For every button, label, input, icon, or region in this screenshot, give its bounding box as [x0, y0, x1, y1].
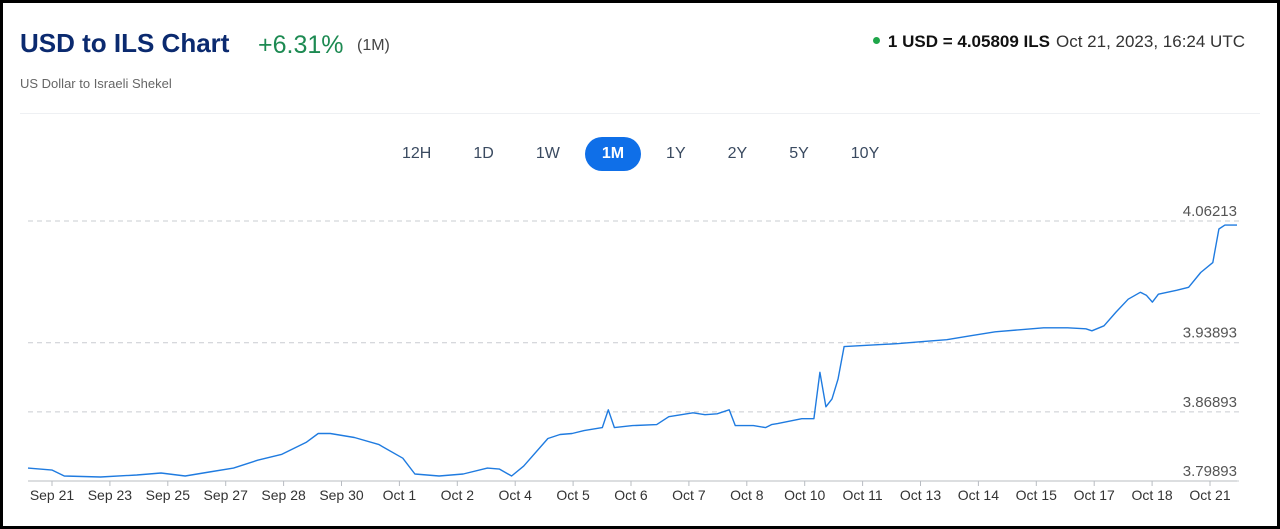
x-tick-label: Oct 5 — [556, 487, 590, 503]
x-tick-label: Sep 23 — [88, 487, 133, 503]
x-tick-label: Sep 28 — [261, 487, 306, 503]
x-tick-label: Sep 27 — [204, 487, 249, 503]
x-tick-label: Oct 11 — [842, 487, 882, 503]
y-tick-label: 4.06213 — [1183, 203, 1237, 220]
x-tick-label: Oct 18 — [1131, 487, 1172, 503]
x-tick-label: Oct 8 — [730, 487, 764, 503]
x-tick-label: Sep 30 — [319, 487, 364, 503]
x-tick-label: Oct 6 — [614, 487, 648, 503]
x-tick-label: Sep 25 — [146, 487, 191, 503]
x-tick-label: Oct 15 — [1016, 487, 1057, 503]
x-tick-label: Sep 21 — [30, 487, 75, 503]
x-tick-label: Oct 17 — [1074, 487, 1115, 503]
y-tick-label: 3.79893 — [1183, 463, 1237, 480]
x-tick-label: Oct 21 — [1189, 487, 1230, 503]
x-tick-label: Oct 4 — [498, 487, 532, 503]
series-line — [27, 224, 1237, 478]
x-tick-label: Oct 14 — [958, 487, 999, 503]
y-tick-label: 3.86893 — [1183, 394, 1237, 411]
line-chart: 4.06213 3.93893 3.86893 3.79893 Sep 21 Sep 23… — [27, 203, 1240, 503]
x-tick-label: Oct 1 — [383, 487, 417, 503]
x-tick-label: Oct 7 — [672, 487, 706, 503]
x-tick-label: Oct 2 — [441, 487, 475, 503]
y-tick-label: 3.93893 — [1183, 325, 1237, 342]
x-tick-label: Oct 13 — [900, 487, 941, 503]
x-tick-label: Oct 10 — [784, 487, 825, 503]
